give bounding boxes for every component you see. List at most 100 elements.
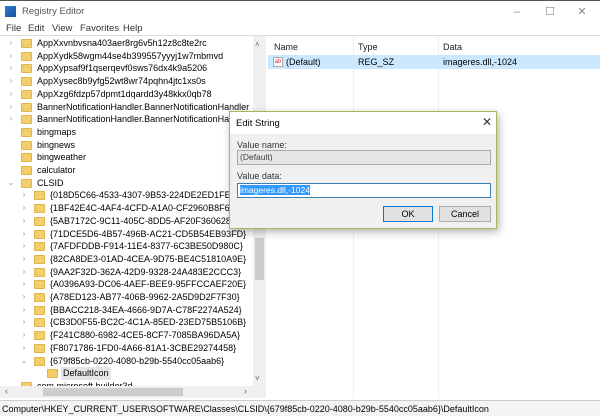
tree-item[interactable]: › BannerNotificationHandler.BannerNotific… bbox=[0, 113, 253, 126]
menu-file[interactable]: File bbox=[6, 23, 21, 34]
tree-item[interactable]: › {F8071786-1FD0-4A66-81A1-3CBE29274458} bbox=[0, 342, 253, 355]
menu-edit[interactable]: Edit bbox=[28, 23, 44, 34]
tree-item[interactable]: › AppXypsaf9f1qserqevf0sws76dx4k9a5206 bbox=[0, 62, 253, 75]
minimize-button[interactable]: – bbox=[502, 4, 532, 20]
tree-item-label: {82CA8DE3-01AD-4CEA-9D75-BE4C51810A9E} bbox=[50, 253, 247, 264]
tree-item[interactable]: ⌄ {679f85cb-0220-4080-b29b-5540cc05aab6} bbox=[0, 355, 253, 368]
tree-item[interactable]: › {5AB7172C-9C11-405C-8DD5-AF20F3606282} bbox=[0, 215, 253, 228]
expand-chevron-icon[interactable]: › bbox=[20, 240, 28, 253]
tree-item[interactable]: › AppXysec8b9yfg52wt8wr74pqhn4jtc1xs0s bbox=[0, 75, 253, 88]
tree-item[interactable]: › {018D5C66-4533-4307-9B53-224DE2ED1FE6} bbox=[0, 189, 253, 202]
tree-item-label: {F241C880-6982-4CE5-8CF7-7085BA96DA5A} bbox=[50, 330, 241, 341]
cancel-button[interactable]: Cancel bbox=[439, 206, 491, 222]
value-row-default[interactable]: ab (Default) REG_SZ imageres.dll,-1024 bbox=[268, 55, 600, 69]
tree-item[interactable]: › {A78ED123-AB77-406B-9962-2A5D9D2F7F30} bbox=[0, 291, 253, 304]
maximize-button[interactable]: ☐ bbox=[535, 4, 565, 20]
tree-item[interactable]: bingnews bbox=[0, 139, 253, 152]
expand-chevron-icon[interactable]: › bbox=[20, 316, 28, 329]
value-name-label: Value name: bbox=[237, 140, 287, 150]
collapse-chevron-icon[interactable]: ⌄ bbox=[7, 177, 15, 190]
menu-view[interactable]: View bbox=[52, 23, 72, 34]
tree-item[interactable]: › {7AFDFDDB-F914-11E4-8377-6C3BE50D980C} bbox=[0, 240, 253, 253]
expand-chevron-icon[interactable]: › bbox=[20, 189, 28, 202]
dialog-close-icon[interactable]: ✕ bbox=[482, 115, 492, 129]
tree-item-label: BannerNotificationHandler.BannerNotifica… bbox=[37, 114, 250, 125]
tree-item[interactable]: › AppXzg6fdzp57dpmt1dqardd3y48kkx0qb78 bbox=[0, 88, 253, 101]
tree-vertical-scroll-thumb[interactable] bbox=[255, 238, 264, 280]
tree-item-label: {F8071786-1FD0-4A66-81A1-3CBE29274458} bbox=[50, 342, 237, 353]
tree-horizontal-scroll-thumb[interactable] bbox=[43, 388, 183, 396]
tree-item[interactable]: › AppXxvnbvsna403aer8rg6v5h12z8c8te2rc bbox=[0, 37, 253, 50]
expand-chevron-icon[interactable]: › bbox=[20, 304, 28, 317]
expand-chevron-icon[interactable]: › bbox=[20, 253, 28, 266]
tree-item[interactable]: DefaultIcon bbox=[0, 367, 253, 380]
tree-item[interactable]: › {F241C880-6982-4CE5-8CF7-7085BA96DA5A} bbox=[0, 329, 253, 342]
close-button[interactable]: ✕ bbox=[567, 4, 597, 20]
tree-item-label: {CB3D0F55-BC2C-4C1A-85ED-23ED75B5106B} bbox=[50, 317, 247, 328]
tree-item[interactable]: › {A0396A93-DC06-4AEF-BEE9-95FFCCAEF20E} bbox=[0, 278, 253, 291]
tree-item[interactable]: bingweather bbox=[0, 151, 253, 164]
tree-item[interactable]: bingmaps bbox=[0, 126, 253, 139]
scroll-left-icon[interactable]: ‹ bbox=[5, 386, 8, 396]
expand-chevron-icon[interactable]: › bbox=[20, 342, 28, 355]
value-type: REG_SZ bbox=[358, 57, 395, 67]
menu-favorites[interactable]: Favorites bbox=[80, 23, 119, 34]
expand-chevron-icon[interactable]: › bbox=[20, 266, 28, 279]
folder-icon bbox=[21, 140, 32, 150]
expand-chevron-icon[interactable]: › bbox=[7, 37, 15, 50]
tree-item[interactable]: › {1BF42E4C-4AF4-4CFD-A1A0-CF2960B8F63E} bbox=[0, 202, 253, 215]
value-data-text: imageres.dll,-1024 bbox=[240, 185, 310, 195]
collapse-chevron-icon[interactable]: ⌄ bbox=[20, 355, 28, 368]
tree-item[interactable]: › {CB3D0F55-BC2C-4C1A-85ED-23ED75B5106B} bbox=[0, 316, 253, 329]
tree-item-label: {9AA2F32D-362A-42D9-9328-24A483E2CCC3} bbox=[50, 266, 242, 277]
tree-item[interactable]: › {71DCE5D6-4B57-496B-AC21-CD5B54EB93FD} bbox=[0, 228, 253, 241]
column-header-type[interactable]: Type bbox=[358, 42, 378, 52]
expand-chevron-icon[interactable]: › bbox=[20, 215, 28, 228]
scroll-down-icon[interactable]: ˅ bbox=[255, 374, 260, 383]
tree-item-label: AppXypsaf9f1qserqevf0sws76dx4k9a5206 bbox=[37, 63, 208, 74]
expand-chevron-icon[interactable]: › bbox=[7, 88, 15, 101]
folder-icon bbox=[34, 242, 45, 252]
key-tree[interactable]: › AppXxvnbvsna403aer8rg6v5h12z8c8te2rc › Ap… bbox=[0, 36, 266, 386]
tree-item-label: {018D5C66-4533-4307-9B53-224DE2ED1FE6} bbox=[50, 190, 239, 201]
tree-item-label: bingnews bbox=[37, 139, 76, 150]
tree-item[interactable]: › AppXydk58wgm44se4b399557yyyj1w7mbmvd bbox=[0, 50, 253, 63]
folder-icon bbox=[34, 254, 45, 264]
tree-item[interactable]: ⌄ CLSID bbox=[0, 177, 253, 190]
folder-icon bbox=[21, 127, 32, 137]
expand-chevron-icon[interactable]: › bbox=[20, 202, 28, 215]
tree-item[interactable]: › {82CA8DE3-01AD-4CEA-9D75-BE4C51810A9E} bbox=[0, 253, 253, 266]
tree-item-label: {71DCE5D6-4B57-496B-AC21-CD5B54EB93FD} bbox=[50, 228, 247, 239]
expand-chevron-icon[interactable]: › bbox=[7, 50, 15, 63]
expand-chevron-icon[interactable]: › bbox=[7, 62, 15, 75]
ok-button[interactable]: OK bbox=[383, 206, 433, 222]
tree-item[interactable]: › BannerNotificationHandler.BannerNotific… bbox=[0, 101, 253, 114]
expand-chevron-icon[interactable]: › bbox=[7, 113, 15, 126]
value-data-input[interactable]: imageres.dll,-1024 bbox=[237, 183, 491, 198]
tree-item[interactable]: › {BBACC218-34EA-4666-9D7A-C78F2274A524} bbox=[0, 304, 253, 317]
folder-icon bbox=[21, 115, 32, 125]
window-title: Registry Editor bbox=[22, 6, 85, 17]
menu-help[interactable]: Help bbox=[123, 23, 143, 34]
expand-chevron-icon[interactable]: › bbox=[20, 329, 28, 342]
folder-icon bbox=[34, 318, 45, 328]
expand-chevron-icon[interactable]: › bbox=[7, 75, 15, 88]
folder-icon bbox=[21, 39, 32, 48]
column-header-data[interactable]: Data bbox=[443, 42, 462, 52]
tree-item[interactable]: › {9AA2F32D-362A-42D9-9328-24A483E2CCC3} bbox=[0, 266, 253, 279]
tree-item-label: BannerNotificationHandler.BannerNotifica… bbox=[37, 101, 250, 112]
value-data-label: Value data: bbox=[237, 171, 282, 181]
folder-icon bbox=[34, 229, 45, 239]
expand-chevron-icon[interactable]: › bbox=[20, 228, 28, 241]
tree-item[interactable]: calculator bbox=[0, 164, 253, 177]
tree-item-label: CLSID bbox=[37, 177, 64, 188]
folder-icon bbox=[34, 216, 45, 226]
edit-string-dialog: Edit String ✕ Value name: (Default) Valu… bbox=[229, 111, 497, 229]
expand-chevron-icon[interactable]: › bbox=[20, 278, 28, 291]
scroll-up-icon[interactable]: ˄ bbox=[255, 40, 260, 49]
title-bar: Registry Editor – ☐ ✕ bbox=[0, 0, 600, 21]
scroll-right-icon[interactable]: › bbox=[244, 386, 247, 396]
expand-chevron-icon[interactable]: › bbox=[20, 291, 28, 304]
column-header-name[interactable]: Name bbox=[274, 42, 298, 52]
expand-chevron-icon[interactable]: › bbox=[7, 101, 15, 114]
